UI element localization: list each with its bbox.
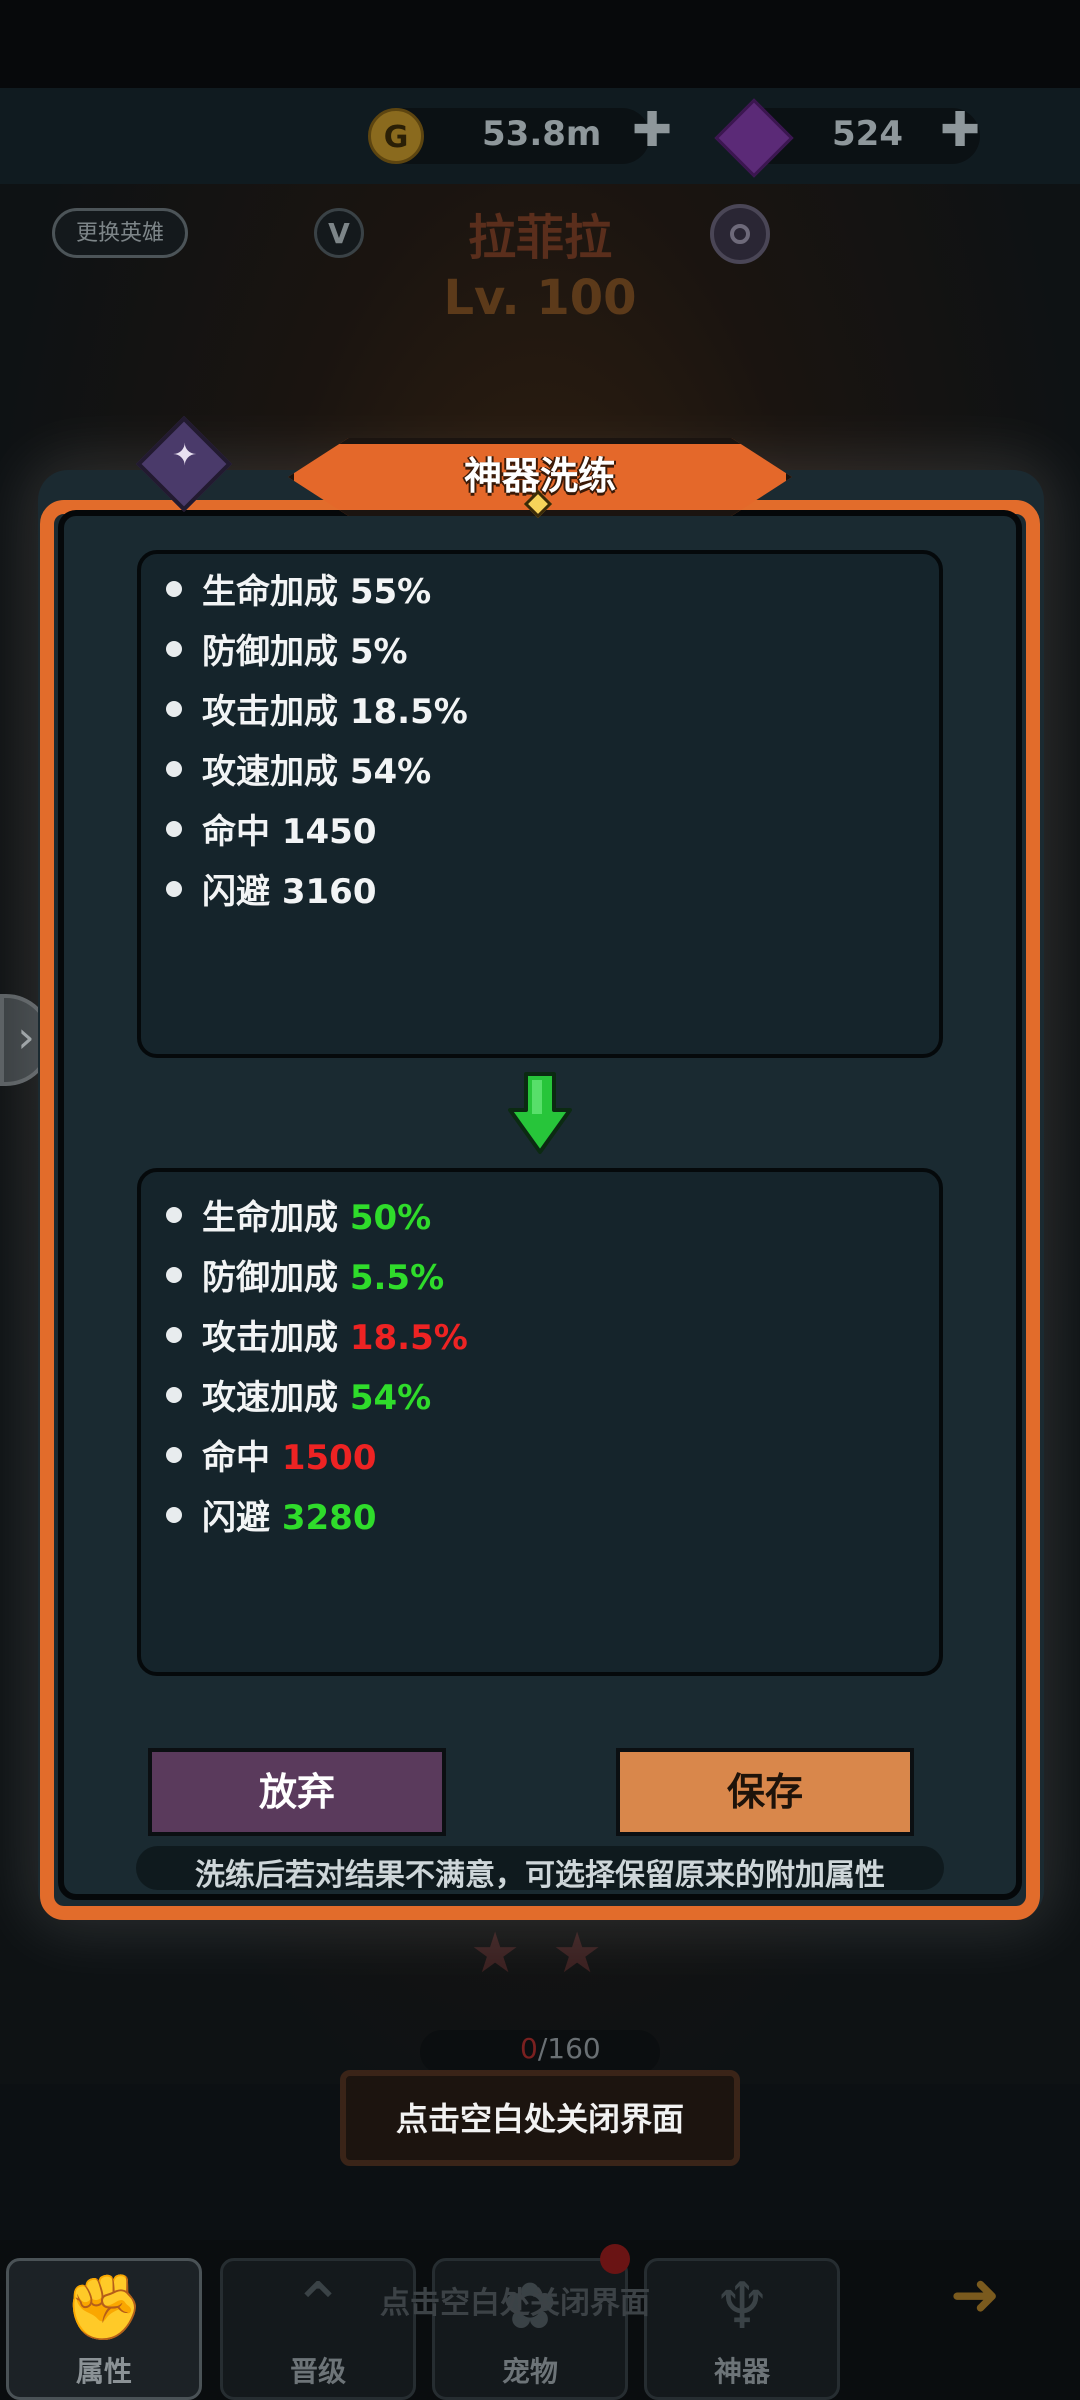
bullet-icon bbox=[166, 1387, 182, 1403]
arrow-right-icon[interactable]: ➜ bbox=[950, 2260, 1060, 2330]
bullet-icon bbox=[166, 881, 182, 897]
hero-name: 拉菲拉 bbox=[467, 210, 612, 266]
gem-value: 524 bbox=[832, 114, 903, 154]
stat-value: 54% bbox=[349, 1378, 432, 1418]
stat-value: 18.5% bbox=[349, 1318, 468, 1358]
tab-artifact-label: 神器 bbox=[713, 2355, 770, 2388]
down-arrow-icon bbox=[508, 1072, 572, 1154]
status-area bbox=[0, 0, 1080, 88]
change-hero-button[interactable]: 更换英雄 bbox=[52, 208, 188, 258]
stat-name: 攻击加成 bbox=[202, 1318, 338, 1358]
stat-value: 1500 bbox=[281, 1438, 377, 1478]
stat-value: 5.5% bbox=[349, 1258, 445, 1298]
vip-icon[interactable]: V bbox=[314, 208, 364, 258]
stat-name: 生命加成 bbox=[202, 572, 338, 612]
bullet-icon bbox=[166, 581, 182, 597]
new-stats-panel bbox=[137, 1168, 943, 1676]
fist-icon: ✊ bbox=[64, 2271, 144, 2345]
stat-name: 闪避 bbox=[202, 872, 270, 912]
star-icon: ★ bbox=[470, 1921, 521, 1986]
stat-value: 50% bbox=[349, 1198, 432, 1238]
stat-value: 3280 bbox=[281, 1498, 377, 1538]
refine-hint-text: 洗练后若对结果不满意，可选择保留原来的附加属性 bbox=[195, 1858, 885, 1893]
gold-coin-icon: G bbox=[368, 108, 424, 164]
bullet-icon bbox=[166, 1507, 182, 1523]
stat-name: 防御加成 bbox=[202, 1258, 338, 1298]
stat-name: 攻速加成 bbox=[202, 752, 338, 792]
stat-value: 18.5% bbox=[349, 692, 468, 732]
bottom-close-hint: 点击空白处关闭界面 bbox=[380, 2286, 650, 2321]
stat-value: 1450 bbox=[281, 812, 377, 852]
shard-progress-text: 0/160 bbox=[520, 2032, 601, 2065]
stat-value: 5% bbox=[349, 632, 408, 672]
bullet-icon bbox=[166, 1447, 182, 1463]
tab-pet-label: 宠物 bbox=[501, 2355, 558, 2388]
stat-value: 3160 bbox=[281, 872, 377, 912]
bullet-icon bbox=[166, 761, 182, 777]
stat-name: 闪避 bbox=[202, 1498, 270, 1538]
bullet-icon bbox=[166, 641, 182, 657]
stat-name: 命中 bbox=[202, 812, 270, 852]
star-icon: ★ bbox=[552, 1921, 603, 1986]
stat-name: 攻击加成 bbox=[202, 692, 338, 732]
stat-name: 命中 bbox=[202, 1438, 270, 1478]
add-gold-button[interactable]: ✚ bbox=[632, 102, 672, 158]
gold-value: 53.8m bbox=[482, 114, 602, 154]
stat-name: 生命加成 bbox=[202, 1198, 338, 1238]
gear-icon[interactable] bbox=[710, 204, 770, 264]
bullet-icon bbox=[166, 821, 182, 837]
stat-value: 55% bbox=[349, 572, 432, 612]
add-gem-button[interactable]: ✚ bbox=[940, 102, 980, 158]
hero-level: Lv. 100 bbox=[443, 270, 637, 326]
bullet-icon bbox=[166, 1207, 182, 1223]
tab-promote-label: 晋级 bbox=[289, 2355, 346, 2388]
stat-name: 攻速加成 bbox=[202, 1378, 338, 1418]
bullet-icon bbox=[166, 1327, 182, 1343]
trident-icon: ♆ bbox=[713, 2270, 771, 2344]
bullet-icon bbox=[166, 1267, 182, 1283]
notification-dot bbox=[600, 2244, 630, 2274]
discard-button[interactable]: 放弃 bbox=[148, 1748, 446, 1836]
stat-value: 54% bbox=[349, 752, 432, 792]
tab-attributes-label: 属性 bbox=[75, 2355, 132, 2388]
stat-name: 防御加成 bbox=[202, 632, 338, 672]
bullet-icon bbox=[166, 701, 182, 717]
save-button[interactable]: 保存 bbox=[616, 1748, 914, 1836]
close-hint[interactable]: 点击空白处关闭界面 bbox=[340, 2094, 740, 2140]
